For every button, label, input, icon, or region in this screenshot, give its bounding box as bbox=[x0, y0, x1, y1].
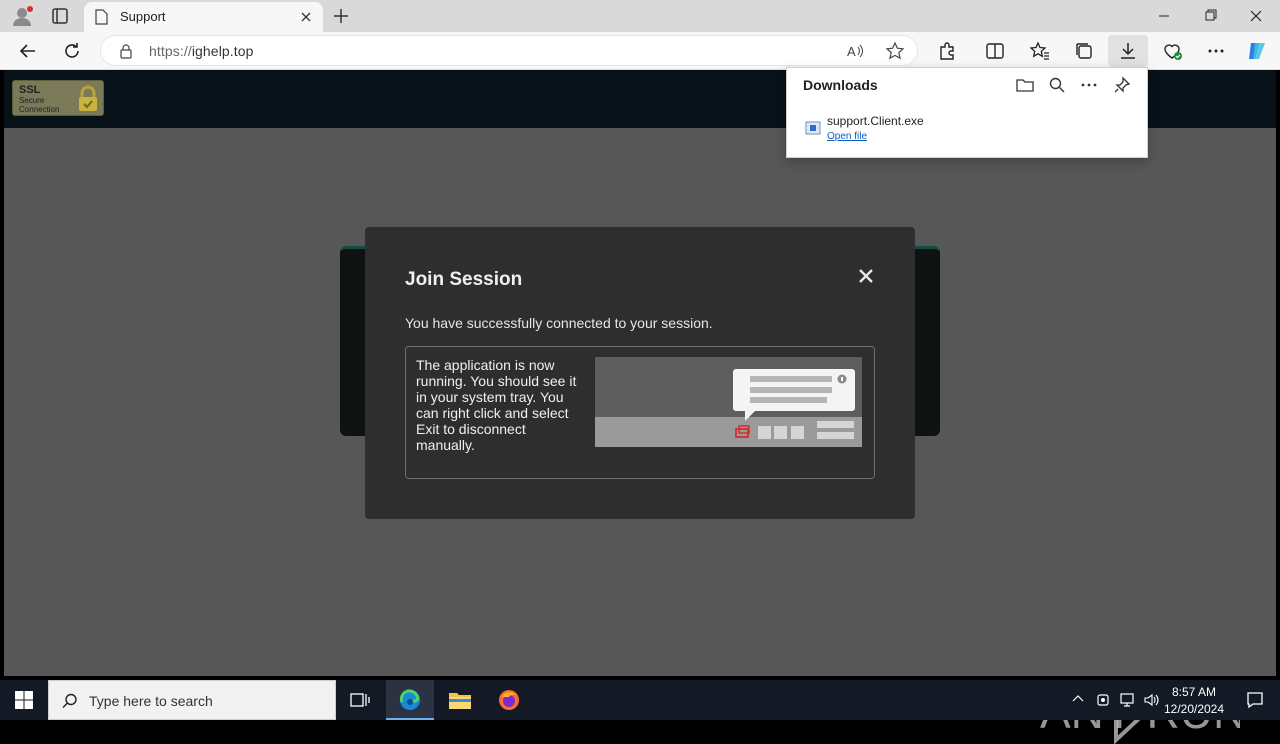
read-aloud-icon[interactable]: A bbox=[845, 41, 865, 61]
new-tab-plus-icon[interactable] bbox=[330, 5, 352, 27]
pin-icon[interactable] bbox=[1112, 75, 1132, 95]
ssl-badge-line1: SSL bbox=[19, 84, 41, 96]
restore-button[interactable] bbox=[1198, 6, 1222, 26]
minimize-button[interactable] bbox=[1152, 6, 1176, 26]
favorites-icon[interactable] bbox=[1028, 39, 1052, 63]
split-screen-icon[interactable] bbox=[983, 39, 1007, 63]
info-panel: The application is now running. You shou… bbox=[405, 346, 875, 479]
url-text: https://ighelp.top bbox=[149, 43, 254, 59]
ssl-badge-line3: Connection bbox=[19, 105, 60, 114]
browser-essentials-icon[interactable] bbox=[1160, 39, 1184, 63]
search-placeholder: Type here to search bbox=[89, 693, 213, 709]
folder-icon[interactable] bbox=[1015, 75, 1035, 95]
more-options-icon[interactable] bbox=[1079, 75, 1099, 95]
back-arrow-icon[interactable] bbox=[16, 39, 40, 63]
settings-more-icon[interactable] bbox=[1204, 39, 1228, 63]
system-tray-illustration bbox=[595, 357, 862, 447]
taskbar-firefox-button[interactable] bbox=[485, 680, 533, 720]
profile-avatar-icon[interactable] bbox=[10, 5, 34, 27]
show-hidden-icons-chevron-icon[interactable] bbox=[1066, 680, 1090, 720]
tab-support[interactable]: Support bbox=[84, 2, 323, 32]
collections-icon[interactable] bbox=[1072, 39, 1096, 63]
volume-icon[interactable] bbox=[1140, 680, 1162, 720]
tab-strip: Support bbox=[0, 0, 1280, 32]
notifications-button[interactable] bbox=[1232, 680, 1280, 720]
dialog-message: You have successfully connected to your … bbox=[405, 315, 713, 331]
downloads-flyout: Downloads support.Client.exe Open file bbox=[786, 67, 1148, 158]
download-icon bbox=[1121, 43, 1135, 59]
start-button[interactable] bbox=[0, 680, 48, 720]
edge-icon bbox=[399, 689, 420, 710]
search-icon[interactable] bbox=[1047, 75, 1067, 95]
task-view-icon bbox=[350, 693, 370, 707]
tray-app-icon[interactable] bbox=[1092, 680, 1114, 720]
windows-taskbar: Type here to search 8:57 AM 12/20/2024 bbox=[0, 680, 1280, 720]
folder-icon bbox=[449, 693, 471, 709]
info-text: The application is now running. You shou… bbox=[416, 357, 577, 453]
ssl-badge-line2: Secure bbox=[19, 96, 45, 105]
join-session-dialog: Join Session You have successfully conne… bbox=[365, 227, 915, 519]
taskbar-edge-button[interactable] bbox=[386, 680, 434, 720]
task-view-button[interactable] bbox=[336, 680, 384, 720]
extensions-icon[interactable] bbox=[935, 39, 959, 63]
svg-text:A: A bbox=[847, 44, 856, 59]
padlock-icon bbox=[75, 85, 101, 113]
page-icon bbox=[94, 9, 108, 25]
open-file-link[interactable]: Open file bbox=[827, 131, 867, 142]
exe-file-icon bbox=[805, 120, 821, 136]
dialog-title: Join Session bbox=[405, 269, 523, 290]
refresh-icon[interactable] bbox=[60, 39, 84, 63]
ssl-secure-badge: SSL Secure Connection bbox=[12, 80, 104, 116]
taskbar-search-box[interactable]: Type here to search bbox=[48, 680, 336, 720]
tab-title: Support bbox=[120, 9, 166, 24]
window-close-button[interactable] bbox=[1244, 6, 1268, 26]
taskbar-file-explorer-button[interactable] bbox=[436, 680, 484, 720]
firefox-icon bbox=[499, 690, 519, 710]
close-icon[interactable] bbox=[857, 267, 875, 285]
tab-actions-icon[interactable] bbox=[48, 4, 72, 28]
copilot-icon[interactable] bbox=[1245, 39, 1269, 63]
windows-logo-icon bbox=[15, 691, 33, 709]
web-page: SSL Secure Connection Join Session You h… bbox=[4, 70, 1276, 744]
tab-close-icon[interactable] bbox=[298, 9, 314, 25]
clock-time[interactable]: 8:57 AM bbox=[1160, 685, 1228, 699]
add-favorite-star-icon[interactable] bbox=[885, 41, 905, 61]
notification-icon bbox=[1247, 692, 1263, 709]
lock-icon[interactable] bbox=[119, 43, 133, 59]
browser-toolbar: https://ighelp.top A bbox=[0, 32, 1280, 70]
search-icon bbox=[61, 692, 79, 710]
network-icon[interactable] bbox=[1116, 680, 1138, 720]
download-filename: support.Client.exe bbox=[827, 114, 924, 128]
downloads-button[interactable] bbox=[1108, 35, 1148, 67]
clock-date[interactable]: 12/20/2024 bbox=[1160, 702, 1228, 716]
address-bar[interactable]: https://ighelp.top A bbox=[100, 35, 918, 66]
downloads-title: Downloads bbox=[803, 77, 878, 93]
